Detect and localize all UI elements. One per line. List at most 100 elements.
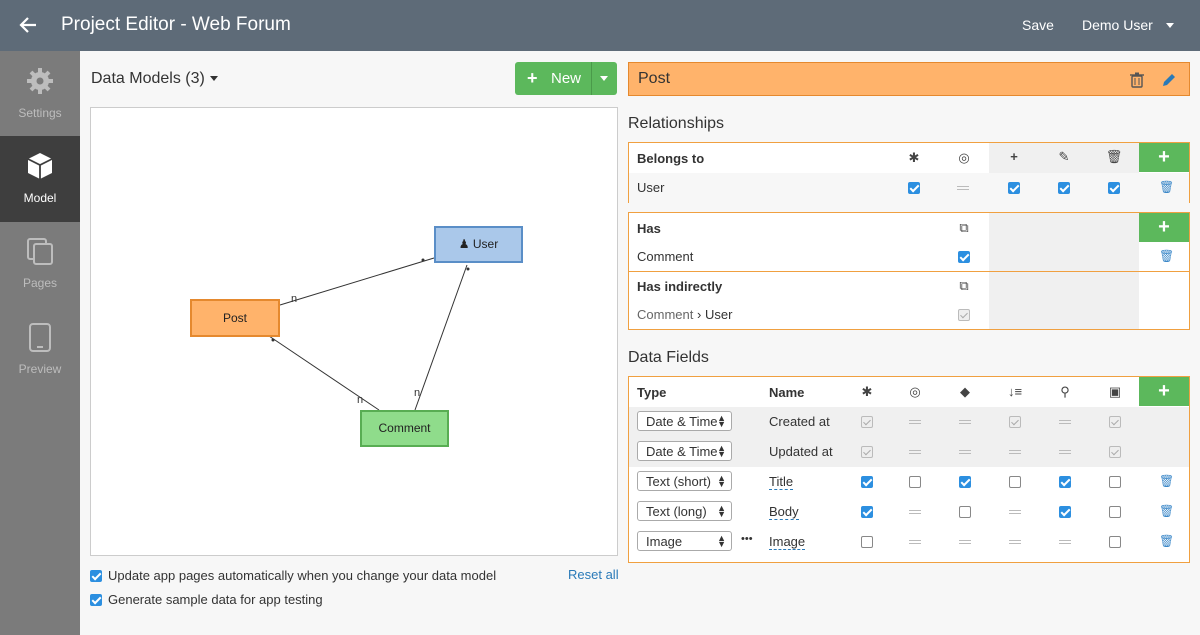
indirect-from: Comment: [637, 307, 694, 322]
sort-checkbox[interactable]: [1009, 476, 1021, 488]
back-arrow-icon[interactable]: [16, 12, 42, 38]
new-model-button[interactable]: + New: [515, 62, 617, 95]
label-checkbox[interactable]: [959, 476, 971, 488]
tablet-icon: [29, 323, 51, 352]
required-icon: ✱: [908, 150, 920, 165]
node-label: User: [472, 237, 499, 251]
lock-checkbox[interactable]: [1109, 506, 1121, 518]
sidebar-item-model[interactable]: Model: [0, 136, 80, 222]
model-node-comment[interactable]: Comment: [360, 410, 449, 447]
field-type-select[interactable]: Date & Time ▲ ▼: [637, 441, 732, 461]
auto-update-checkbox[interactable]: [90, 570, 102, 582]
table-row: Comment 🗑: [629, 243, 1189, 271]
search-checkbox[interactable]: [1059, 476, 1071, 488]
field-type-select[interactable]: Text (short) ▲ ▼: [637, 471, 732, 491]
save-button[interactable]: Save: [1022, 17, 1054, 33]
data-fields-panel: Type Name ✱ ◎ ◆ ↓≡ ⚲ ▣ + Date & Time ▲ ▼ C…: [628, 376, 1190, 563]
top-bar: Project Editor - Web Forum Save Demo Use…: [0, 0, 1200, 51]
table-row: Date & Time ▲ ▼ Updated at: [629, 437, 1189, 467]
delete-permission-icon: 🗑: [1105, 149, 1123, 164]
model-detail-header: Post: [628, 62, 1190, 96]
required-checkbox[interactable]: [908, 182, 920, 194]
field-name[interactable]: Image: [769, 534, 806, 550]
select-arrows-icon: ▲ ▼: [717, 503, 726, 519]
field-type-select[interactable]: Date & Time ▲ ▼: [637, 411, 732, 431]
field-name[interactable]: Title: [769, 474, 794, 490]
trash-icon[interactable]: 🗑: [1159, 474, 1174, 488]
chevron-down-icon[interactable]: [600, 76, 608, 81]
copy-icon: ⧉: [959, 220, 969, 235]
create-checkbox[interactable]: [1008, 182, 1020, 194]
sidebar-item-settings[interactable]: Settings: [0, 51, 80, 137]
person-icon: ♟: [458, 237, 470, 251]
link-label: n: [357, 394, 364, 406]
model-node-post[interactable]: Post: [190, 299, 280, 337]
trash-icon[interactable]: 🗑: [1159, 504, 1174, 518]
table-row: Comment › User: [629, 301, 1189, 329]
cube-icon: [27, 153, 53, 179]
data-fields-header: Type Name ✱ ◎ ◆ ↓≡ ⚲ ▣ +: [629, 377, 1189, 407]
user-menu[interactable]: Demo User: [1082, 17, 1153, 33]
sample-data-checkbox[interactable]: [90, 594, 102, 606]
label-checkbox[interactable]: [959, 506, 971, 518]
more-options-icon[interactable]: •••: [741, 533, 753, 545]
diagram-links: [268, 257, 470, 411]
add-field-button[interactable]: +: [1139, 377, 1189, 406]
model-diagram-canvas[interactable]: ♟ User Post Comment n n n: [90, 107, 618, 556]
required-checkbox[interactable]: [861, 506, 873, 518]
pencil-icon[interactable]: [1161, 72, 1177, 88]
add-belongs-to-button[interactable]: +: [1139, 143, 1189, 172]
lock-checkbox[interactable]: [1109, 476, 1121, 488]
delete-checkbox[interactable]: [1108, 182, 1120, 194]
trash-icon[interactable]: 🗑: [1159, 534, 1174, 548]
sidebar-item-label: Model: [23, 191, 57, 205]
select-value: Date & Time: [646, 414, 718, 429]
option-label: Update app pages automatically when you …: [108, 568, 497, 583]
field-name: Created at: [769, 414, 830, 429]
data-fields-title: Data Fields: [628, 349, 709, 366]
field-name[interactable]: Body: [769, 504, 799, 520]
trash-icon[interactable]: 🗑: [1159, 249, 1174, 263]
select-value: Image: [646, 534, 683, 549]
required-checkbox[interactable]: [861, 476, 873, 488]
indirect-relationship: Comment › User: [637, 307, 732, 322]
has-panel: Has ⧉ + Comment 🗑 Has indirectly ⧉ Comme…: [628, 212, 1190, 330]
option-sample-data[interactable]: Generate sample data for app testing: [90, 592, 323, 607]
select-arrows-icon: ▲ ▼: [717, 413, 726, 429]
link-post-user: [279, 257, 435, 306]
add-has-button[interactable]: +: [1139, 213, 1189, 242]
node-label: Post: [222, 311, 247, 325]
table-row: Image ▲ ▼ ••• Image 🗑: [629, 527, 1189, 557]
required-checkbox[interactable]: [861, 536, 873, 548]
option-auto-update[interactable]: Update app pages automatically when you …: [90, 568, 496, 583]
data-models-dropdown[interactable]: Data Models (3): [91, 70, 218, 88]
copy-icon: ⧉: [959, 278, 969, 293]
sidebar-item-preview[interactable]: Preview: [0, 307, 80, 393]
unique-checkbox[interactable]: [909, 476, 921, 488]
trash-icon[interactable]: [1130, 72, 1144, 88]
field-type-select[interactable]: Text (long) ▲ ▼: [637, 501, 732, 521]
gear-icon: [27, 68, 53, 94]
reset-all-link[interactable]: Reset all: [568, 567, 619, 582]
table-row: Date & Time ▲ ▼ Created at: [629, 407, 1189, 437]
target-icon: ◎: [958, 150, 970, 165]
sidebar-item-label: Preview: [18, 362, 62, 376]
sidebar-item-label: Pages: [22, 276, 58, 290]
model-node-user[interactable]: ♟ User: [434, 226, 523, 263]
sidebar-item-pages[interactable]: Pages: [0, 221, 80, 307]
search-checkbox[interactable]: [1059, 506, 1071, 518]
has-indirectly-header: Has indirectly ⧉: [629, 272, 1189, 301]
lock-checkbox[interactable]: [1109, 536, 1121, 548]
section-header: Has indirectly: [637, 279, 723, 294]
cascade-checkbox[interactable]: [958, 251, 970, 263]
trash-icon[interactable]: 🗑: [1159, 180, 1174, 194]
indirect-to: User: [704, 307, 733, 322]
field-type-select[interactable]: Image ▲ ▼: [637, 531, 732, 551]
disabled-placeholder: [957, 186, 969, 190]
sidebar: Settings Model Pages Preview: [0, 51, 80, 635]
link-user-comment: [414, 264, 468, 411]
indirect-separator: ›: [696, 307, 702, 322]
edit-checkbox[interactable]: [1058, 182, 1070, 194]
chevron-down-icon[interactable]: [1166, 23, 1174, 28]
cascade-checkbox: [958, 309, 970, 321]
